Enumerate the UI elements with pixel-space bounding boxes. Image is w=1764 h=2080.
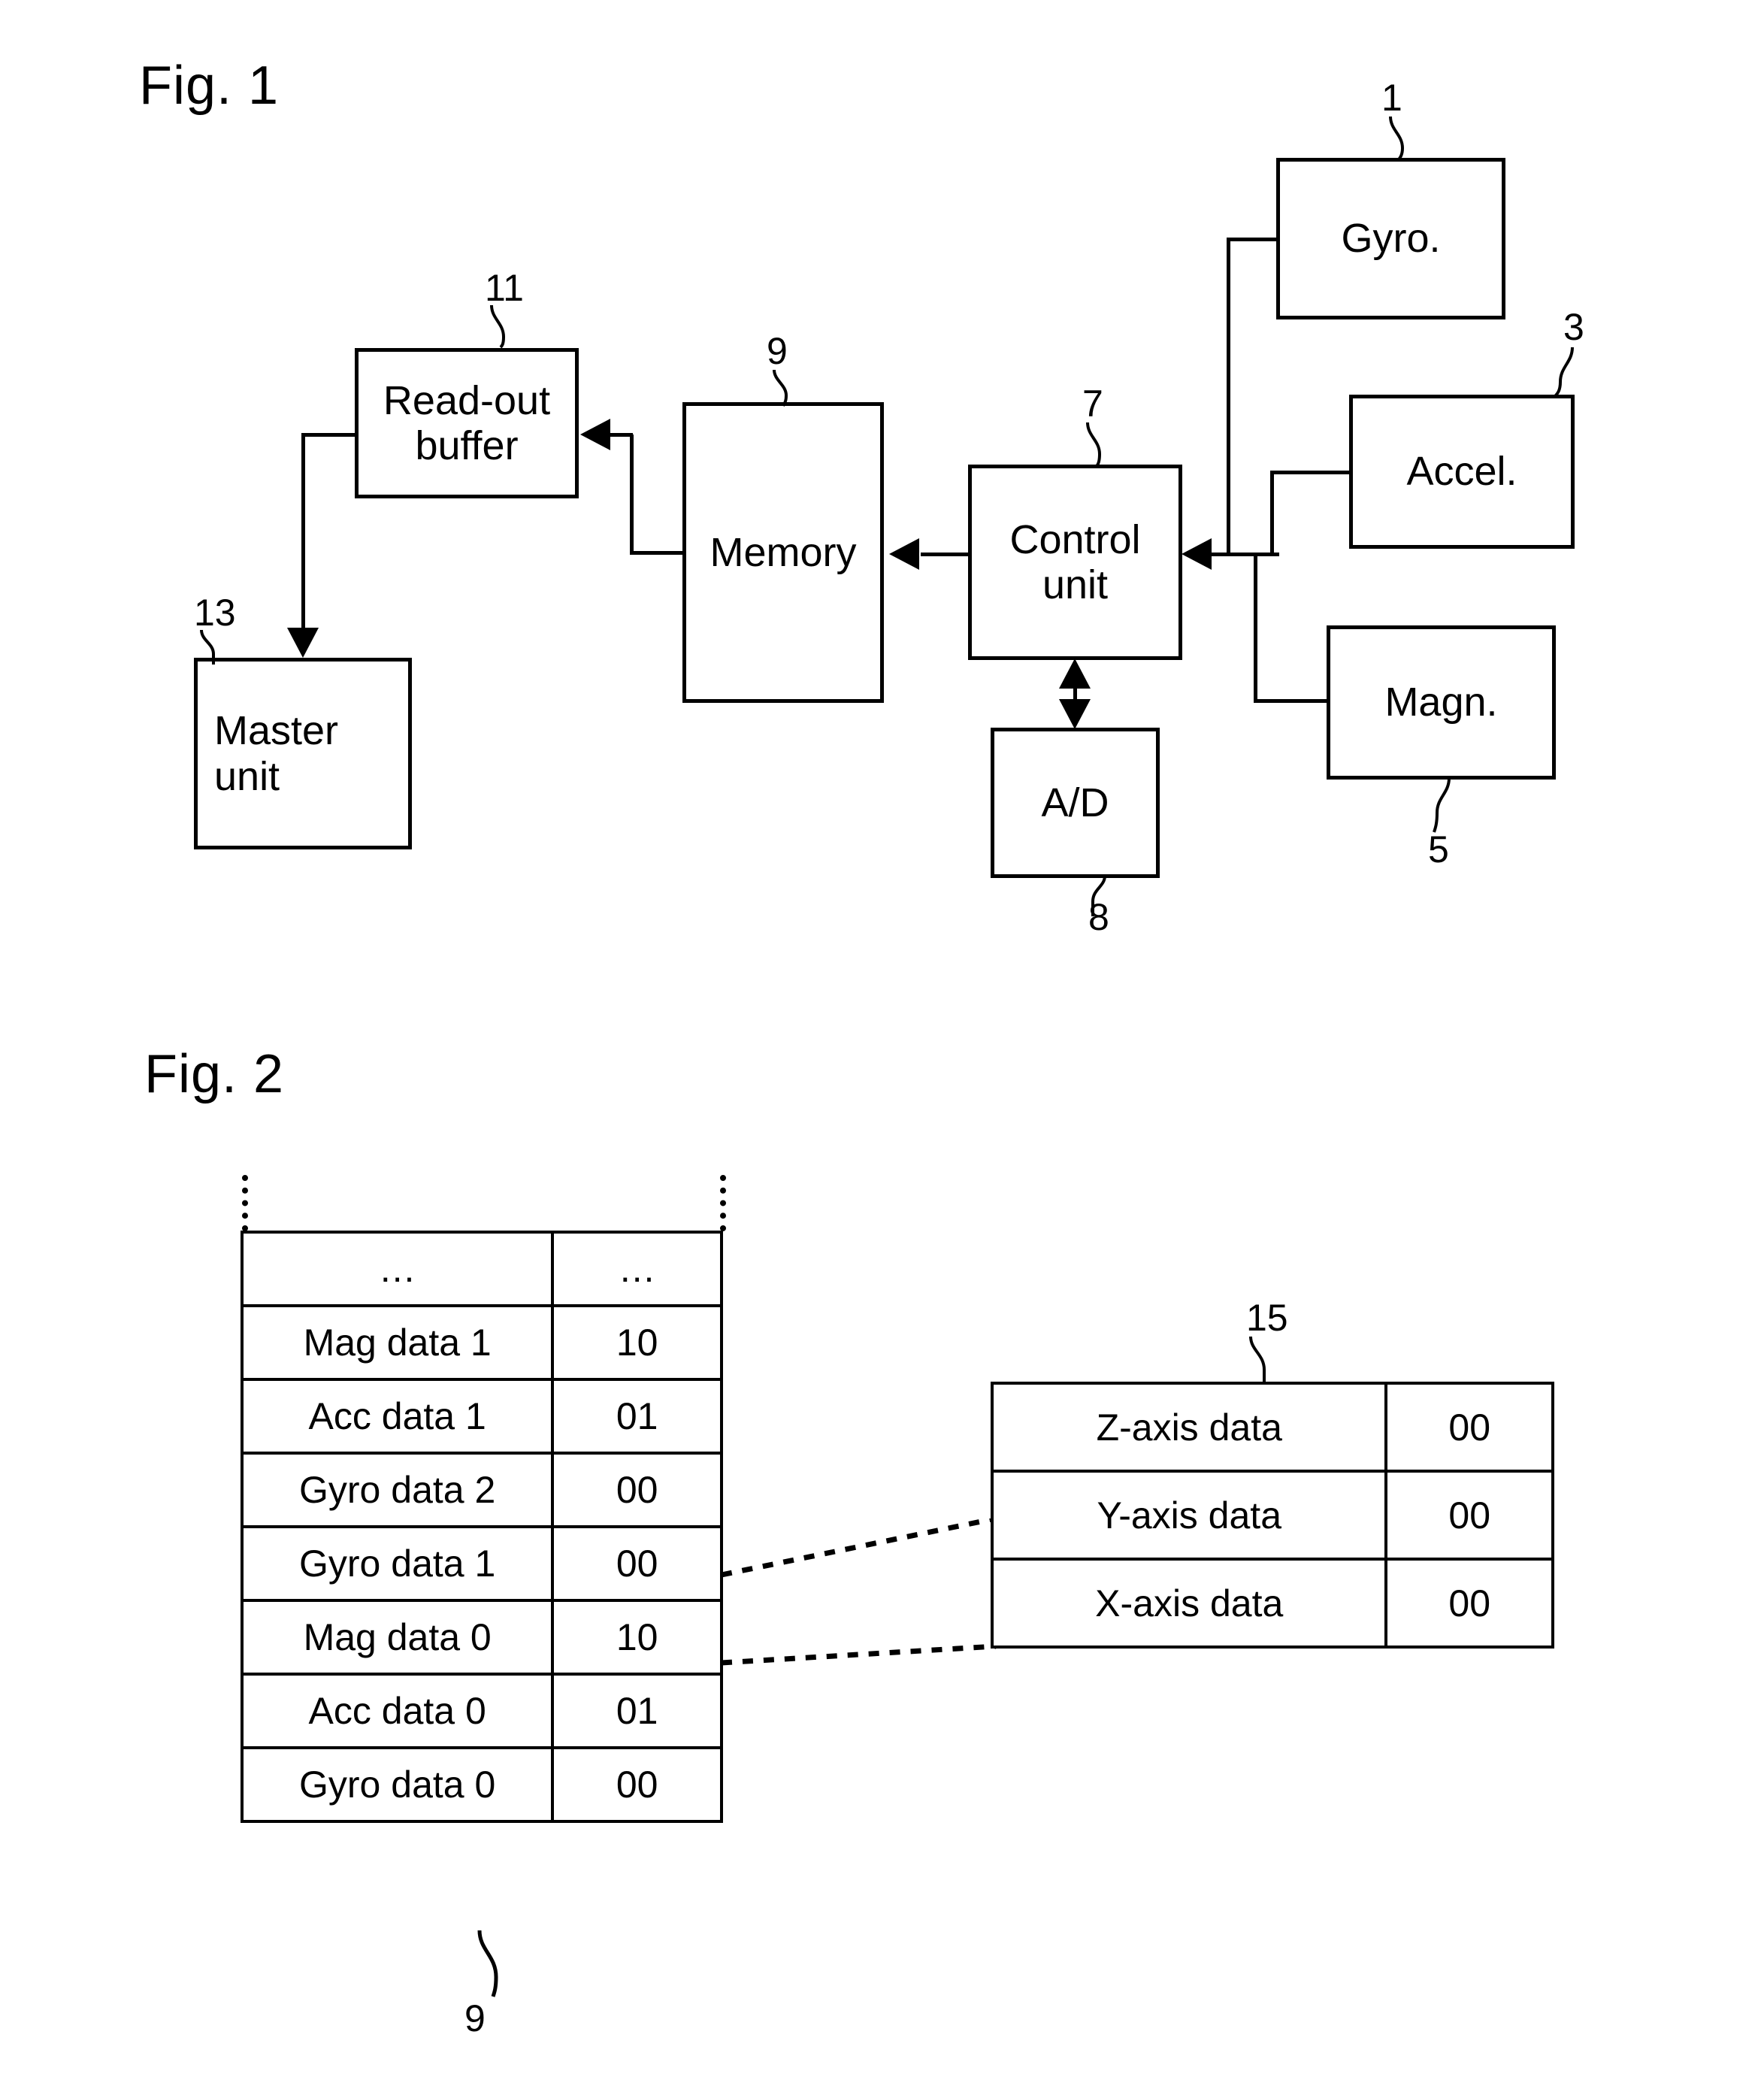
table-row: Gyro data 1 00 xyxy=(240,1525,723,1602)
memory-row-value: 10 xyxy=(551,1304,723,1381)
ref-numeral-3: 3 xyxy=(1563,306,1584,348)
block-ad-converter-label: A/D xyxy=(1041,780,1109,825)
memory-row-value: 00 xyxy=(551,1525,723,1602)
leader-line-8 xyxy=(1091,876,1106,916)
ref-numeral-11: 11 xyxy=(485,267,524,309)
memory-contents-table-body: … … Mag data 1 10 Acc data 1 01 Gyro dat… xyxy=(240,1231,723,1823)
block-gyro: Gyro. xyxy=(1276,158,1505,319)
memory-row-name: Gyro data 0 xyxy=(240,1746,555,1823)
wire-control-to-memory xyxy=(921,553,970,556)
ref-numeral-9-fig1: 9 xyxy=(767,330,788,372)
axis-row-value: 00 xyxy=(1384,1382,1554,1473)
memory-row-name: Acc data 1 xyxy=(240,1378,555,1455)
arrowhead-control-to-ad xyxy=(1059,699,1091,729)
wire-memory-out-horizontal xyxy=(630,551,684,555)
figure-2-title: Fig. 2 xyxy=(144,1044,285,1104)
memory-row-name: Gyro data 2 xyxy=(240,1452,555,1528)
leader-line-7 xyxy=(1086,422,1102,468)
memory-row-value: 01 xyxy=(551,1378,723,1455)
table-row: Y-axis data 00 xyxy=(990,1470,1554,1561)
memory-table-continuation-left xyxy=(242,1175,248,1231)
leader-line-9-fig2 xyxy=(477,1930,498,1997)
memory-row-name: Mag data 1 xyxy=(240,1304,555,1381)
axis-row-name: X-axis data xyxy=(990,1558,1388,1649)
table-row: Acc data 0 01 xyxy=(240,1673,723,1749)
arrowhead-memory-to-buffer xyxy=(580,419,610,450)
table-row: X-axis data 00 xyxy=(990,1558,1554,1649)
wire-accel-horizontal xyxy=(1270,471,1351,474)
arrowhead-control-to-memory xyxy=(889,538,919,570)
block-memory: Memory xyxy=(682,402,884,703)
memory-row-value: 00 xyxy=(551,1452,723,1528)
leader-line-13 xyxy=(200,630,215,665)
leader-line-1 xyxy=(1389,117,1405,162)
patent-drawing-sheet: Fig. 1 Gyro. 1 Accel. 3 Magn. 5 Control … xyxy=(0,0,1764,2080)
ref-numeral-7: 7 xyxy=(1082,383,1103,425)
leader-line-15 xyxy=(1249,1337,1266,1385)
wire-accel-vertical xyxy=(1270,471,1274,556)
wire-magn-horizontal xyxy=(1254,699,1328,703)
block-control-unit: Control unit xyxy=(968,465,1182,660)
wire-gyro-horizontal xyxy=(1227,238,1278,241)
block-readout-buffer-label: Read-out buffer xyxy=(383,377,551,468)
block-memory-label: Memory xyxy=(710,529,857,575)
table-row: Gyro data 2 00 xyxy=(240,1452,723,1528)
wire-buffer-out-horizontal xyxy=(301,433,357,437)
axis-data-table-body: Z-axis data 00 Y-axis data 00 X-axis dat… xyxy=(990,1382,1554,1649)
block-magn: Magn. xyxy=(1327,625,1556,780)
wire-memory-to-buffer xyxy=(610,433,633,437)
memory-contents-table: … … Mag data 1 10 Acc data 1 01 Gyro dat… xyxy=(240,1231,723,1823)
wire-buffer-out-vertical xyxy=(301,433,305,632)
axis-data-table: Z-axis data 00 Y-axis data 00 X-axis dat… xyxy=(990,1382,1554,1649)
ref-numeral-15: 15 xyxy=(1246,1297,1288,1339)
figure-1-title: Fig. 1 xyxy=(139,56,280,116)
leader-line-11 xyxy=(490,305,506,349)
memory-row-value: 01 xyxy=(551,1673,723,1749)
table-row: Mag data 1 10 xyxy=(240,1304,723,1381)
memory-row-value: … xyxy=(551,1231,723,1307)
table-row: … … xyxy=(240,1231,723,1307)
axis-row-value: 00 xyxy=(1384,1470,1554,1561)
leader-line-9-fig1 xyxy=(773,370,788,407)
block-gyro-label: Gyro. xyxy=(1341,216,1441,262)
leader-line-5 xyxy=(1433,778,1451,833)
leader-line-3 xyxy=(1553,347,1574,398)
ref-numeral-1: 1 xyxy=(1381,77,1402,119)
memory-row-name: Acc data 0 xyxy=(240,1673,555,1749)
callout-dotted-lines xyxy=(721,1518,997,1666)
block-accel-label: Accel. xyxy=(1406,449,1517,495)
block-magn-label: Magn. xyxy=(1384,680,1498,725)
axis-row-name: Y-axis data xyxy=(990,1470,1388,1561)
arrowhead-bus-to-control xyxy=(1182,538,1212,570)
memory-table-continuation-right xyxy=(720,1175,726,1231)
wire-gyro-vertical xyxy=(1227,238,1230,556)
wire-sensor-bus-to-control xyxy=(1212,553,1279,556)
table-row: Acc data 1 01 xyxy=(240,1378,723,1455)
block-accel: Accel. xyxy=(1349,395,1575,549)
axis-row-value: 00 xyxy=(1384,1558,1554,1649)
memory-row-name: Gyro data 1 xyxy=(240,1525,555,1602)
ref-numeral-13: 13 xyxy=(194,592,236,634)
block-readout-buffer: Read-out buffer xyxy=(355,348,579,498)
block-master-unit: Master unit xyxy=(194,658,412,849)
memory-row-name: … xyxy=(240,1231,555,1307)
block-ad-converter: A/D xyxy=(991,728,1160,878)
table-row: Z-axis data 00 xyxy=(990,1382,1554,1473)
wire-memory-out-vertical xyxy=(630,434,634,553)
ref-numeral-9-fig2: 9 xyxy=(464,1997,486,2039)
wire-magn-vertical xyxy=(1254,554,1257,701)
axis-row-name: Z-axis data xyxy=(990,1382,1388,1473)
memory-row-value: 10 xyxy=(551,1599,723,1676)
memory-row-name: Mag data 0 xyxy=(240,1599,555,1676)
ref-numeral-5: 5 xyxy=(1428,828,1449,870)
table-row: Gyro data 0 00 xyxy=(240,1746,723,1823)
table-row: Mag data 0 10 xyxy=(240,1599,723,1676)
arrowhead-ad-to-control xyxy=(1059,659,1091,689)
memory-row-value: 00 xyxy=(551,1746,723,1823)
block-control-unit-label: Control unit xyxy=(1009,516,1141,607)
arrowhead-buffer-to-master xyxy=(287,628,319,658)
block-master-unit-label: Master unit xyxy=(214,708,339,799)
